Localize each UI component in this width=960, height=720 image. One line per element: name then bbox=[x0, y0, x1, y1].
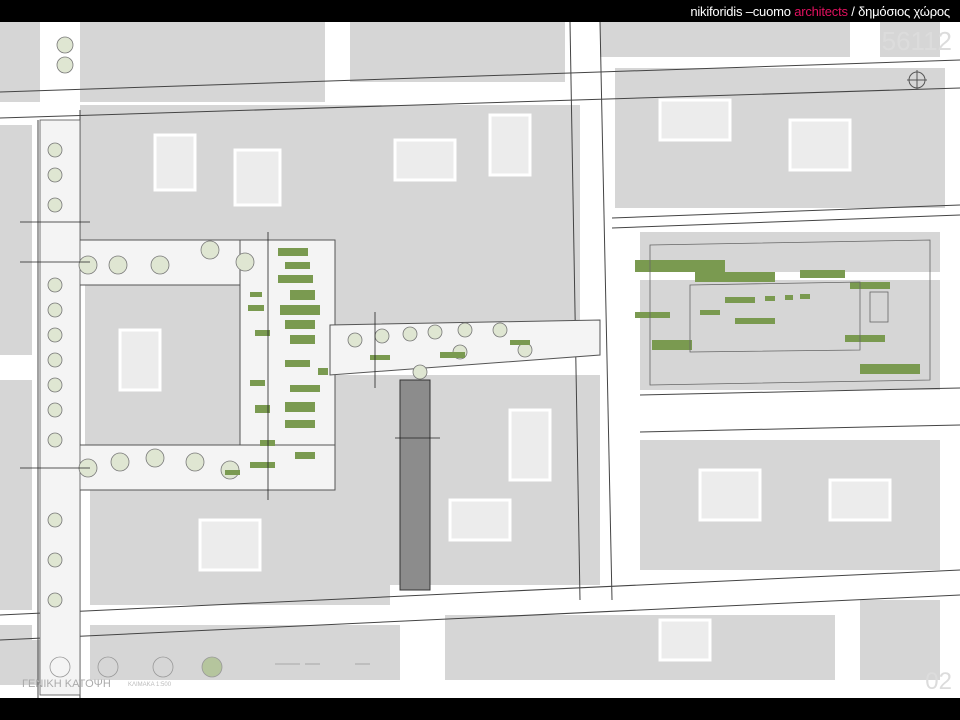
site-plan-drawing bbox=[0, 22, 960, 698]
header-bar: nikiforidis –cuomo architects / δημόσιος… bbox=[0, 0, 960, 22]
firm-name-main: nikiforidis –cuomo bbox=[690, 4, 791, 19]
header-subtitle: δημόσιος χώρος bbox=[858, 4, 950, 19]
plan-scale: ΚΛΙΜΑΚΑ 1:500 bbox=[128, 682, 172, 688]
firm-name-accent: architects bbox=[794, 4, 848, 19]
firm-name: nikiforidis –cuomo architects / δημόσιος… bbox=[690, 4, 950, 19]
project-number: 56112 bbox=[881, 26, 952, 56]
plan-title: ΓΕΝΙΚΗ ΚΑΤΟΨΗ bbox=[22, 678, 111, 690]
footer-bar bbox=[0, 698, 960, 720]
page-number: 02 bbox=[925, 668, 952, 695]
plan-sheet: 56112 ΓΕΝΙΚΗ ΚΑΤΟΨΗ ΚΛΙΜΑΚΑ 1:500 02 bbox=[0, 22, 960, 698]
